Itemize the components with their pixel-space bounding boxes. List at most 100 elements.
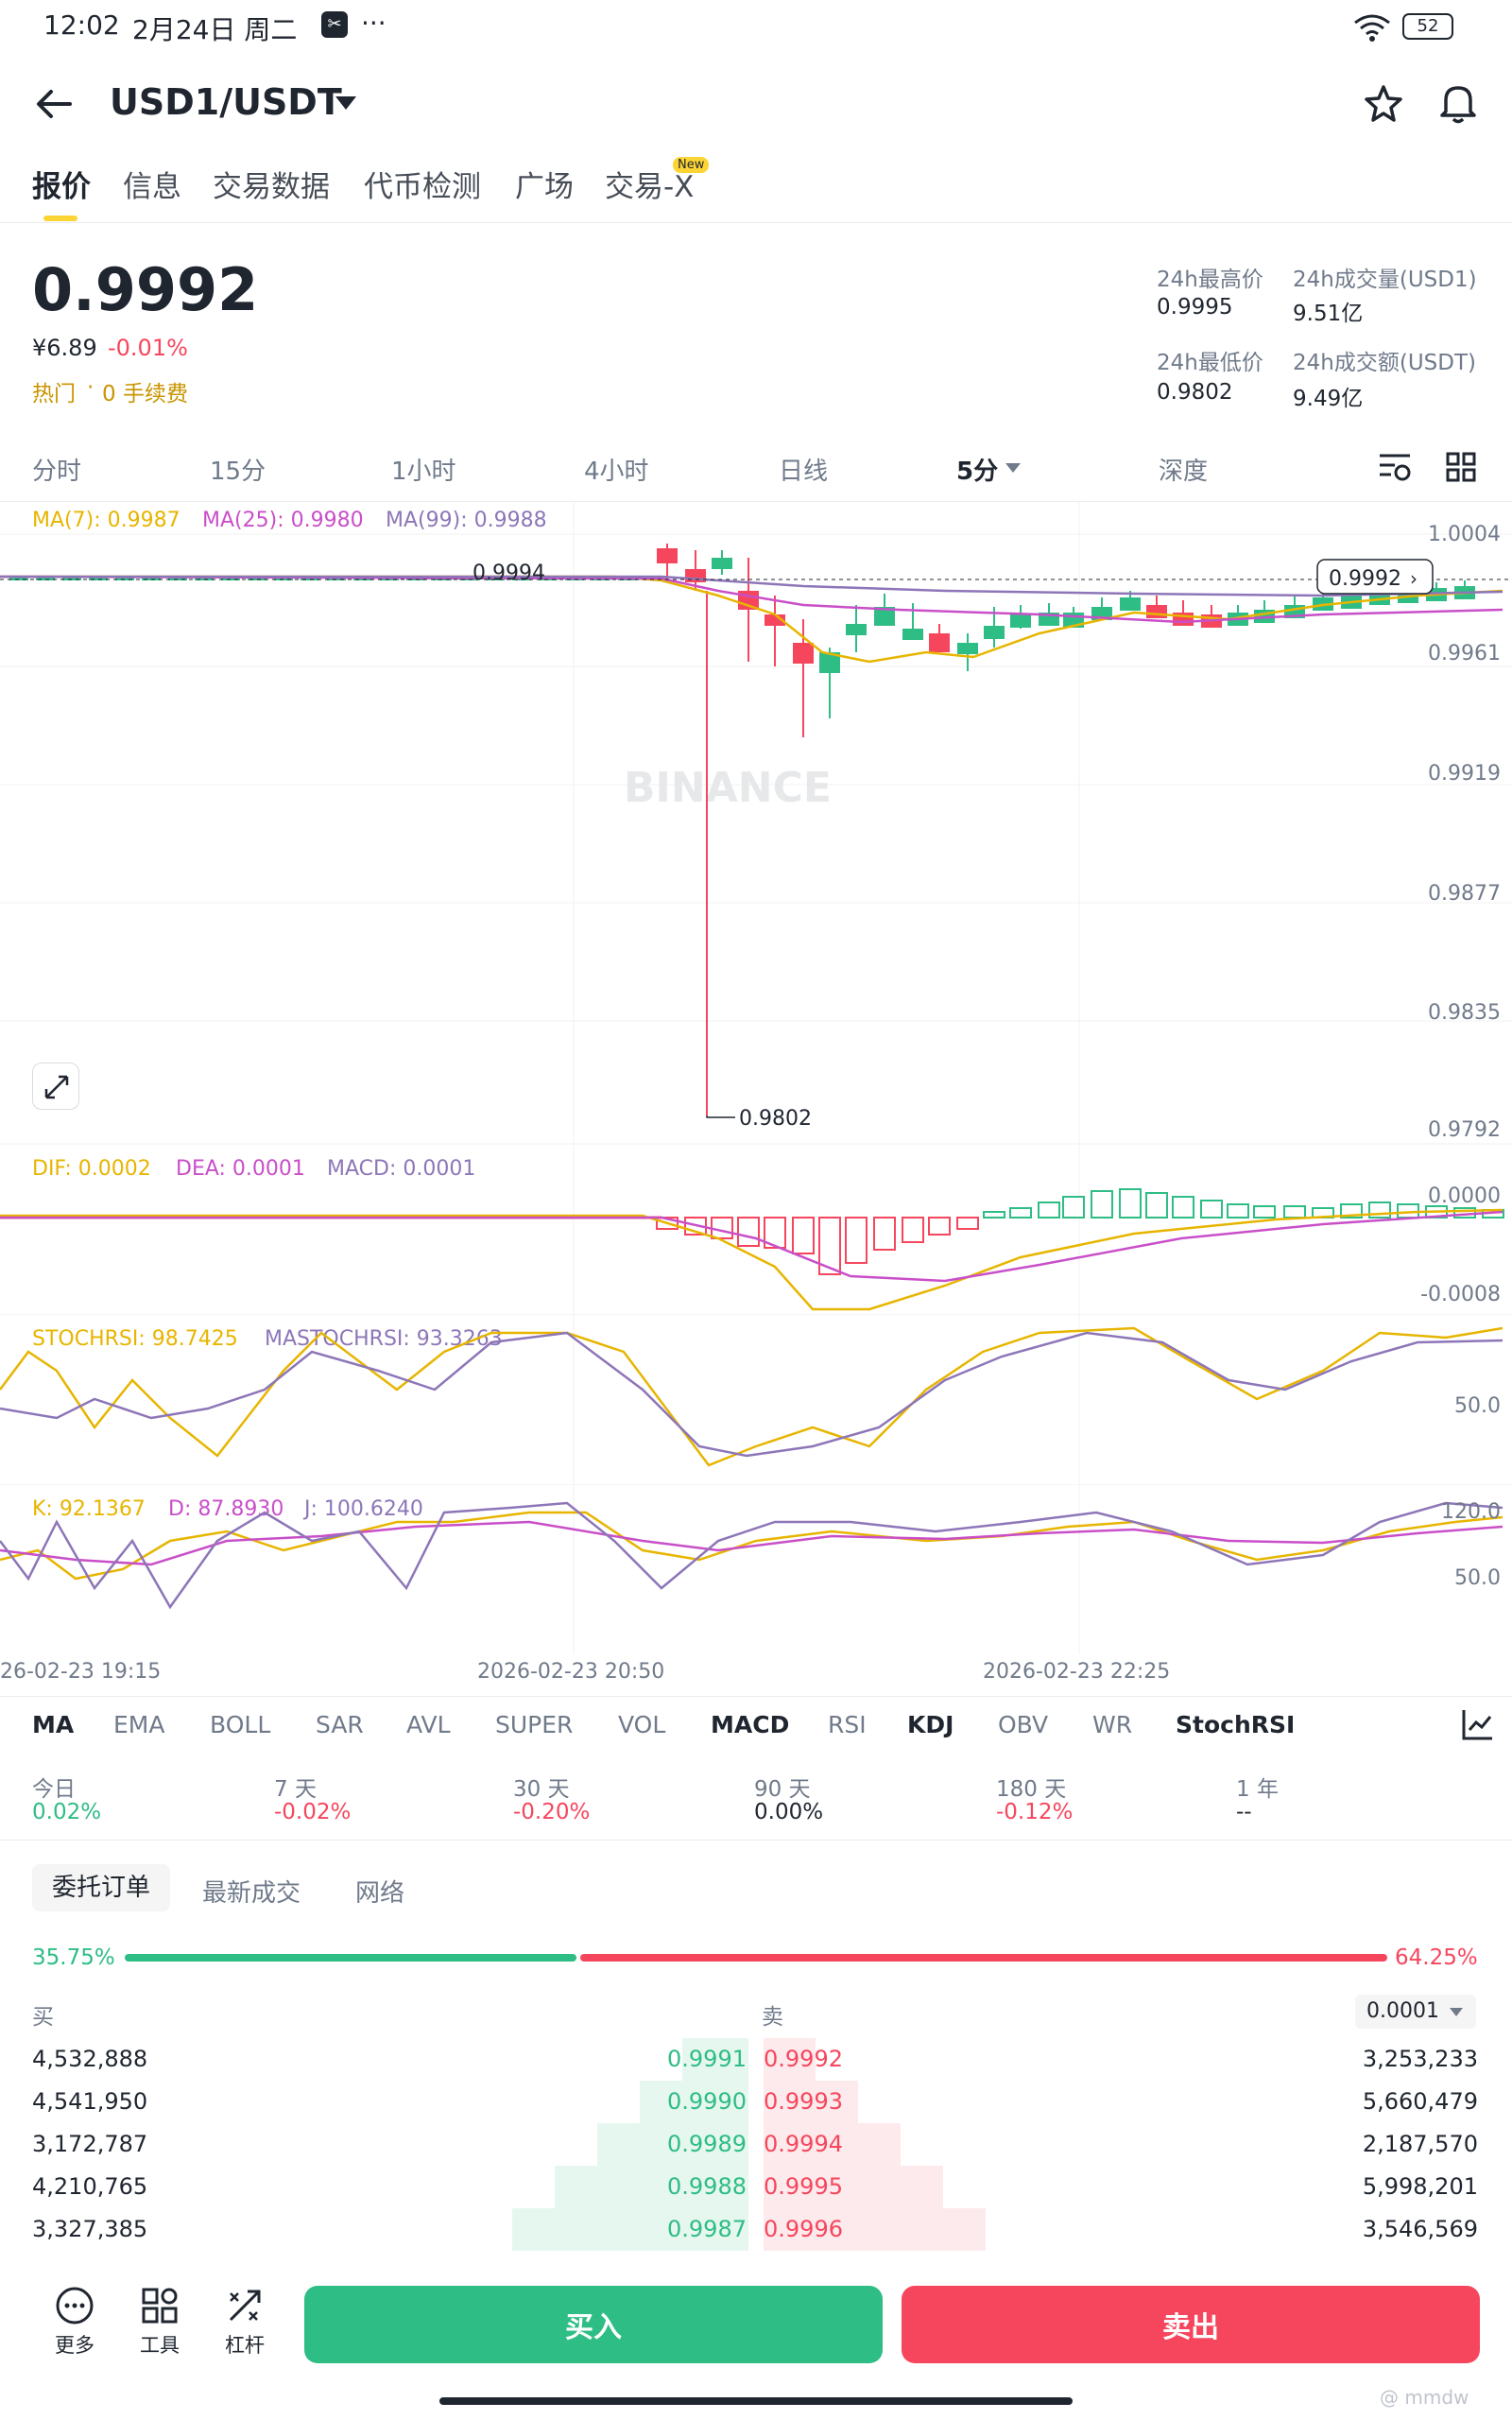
stat-high: 0.9995 <box>1157 295 1233 320</box>
sell-button-label: 卖出 <box>1162 2311 1219 2344</box>
ind-ma[interactable]: MA <box>32 1711 74 1738</box>
back-arrow-icon[interactable] <box>34 87 74 121</box>
macd-bar <box>902 1217 924 1243</box>
order-book-row[interactable]: 3,172,787 0.9989 0.9994 2,187,570 <box>0 2123 1512 2166</box>
leverage-icon <box>229 2290 261 2322</box>
ind-vol[interactable]: VOL <box>618 1711 665 1738</box>
tools-label: 工具 <box>140 2334 180 2357</box>
stat-vol: 9.51亿 <box>1293 302 1364 326</box>
ask-qty: 3,253,233 <box>1362 2046 1478 2072</box>
ind-macd[interactable]: MACD <box>711 1711 789 1738</box>
price-alert-bell-icon[interactable] <box>1438 81 1478 125</box>
fullscreen-button[interactable] <box>32 1063 79 1110</box>
pair-dropdown-icon[interactable] <box>335 96 356 112</box>
ind-sar[interactable]: SAR <box>316 1711 364 1738</box>
perf-label: 今日 <box>32 1777 76 1802</box>
tab-order-book[interactable]: 委托订单 <box>32 1864 170 1911</box>
candle-body <box>712 558 732 569</box>
header: USD1/USDT <box>0 66 1512 142</box>
stat-vol-label: 24h成交量(USD1) <box>1293 268 1477 292</box>
tab-square[interactable]: 广场 <box>515 163 574 205</box>
tf-5m[interactable]: 5分 <box>956 452 998 487</box>
order-book-row[interactable]: 4,532,888 0.9991 0.9992 3,253,233 <box>0 2038 1512 2081</box>
indicator-settings-icon[interactable] <box>1461 1707 1495 1741</box>
more-button[interactable]: 更多 <box>42 2286 108 2359</box>
chart-settings-icon[interactable] <box>1378 452 1412 482</box>
order-book-row[interactable]: 4,541,950 0.9990 0.9993 5,660,479 <box>0 2081 1512 2123</box>
tab-recent-trades[interactable]: 最新成交 <box>202 1874 301 1909</box>
layout-grid-icon[interactable] <box>1446 452 1476 482</box>
macd-bar <box>1145 1192 1168 1219</box>
time-axis-2: 2026-02-23 20:50 <box>477 1660 665 1684</box>
tab-network[interactable]: 网络 <box>355 1874 404 1909</box>
candle-body <box>1120 597 1141 611</box>
tab-info[interactable]: 信息 <box>123 163 181 205</box>
ind-ema[interactable]: EMA <box>113 1711 164 1738</box>
ind-kdj[interactable]: KDJ <box>907 1711 954 1738</box>
tf-line[interactable]: 分时 <box>32 452 81 487</box>
tab-token-check[interactable]: 代币检测 <box>364 163 481 205</box>
macd-bar <box>928 1217 951 1236</box>
precision-value: 0.0001 <box>1366 1999 1439 2023</box>
current-price-chevron-icon: › <box>1410 567 1418 590</box>
ind-boll[interactable]: BOLL <box>210 1711 270 1738</box>
ind-stochrsi[interactable]: StochRSI <box>1176 1711 1295 1738</box>
tab-trading-data[interactable]: 交易数据 <box>213 163 330 205</box>
tf-dropdown-icon[interactable] <box>1005 463 1021 475</box>
bid-price: 0.9990 <box>667 2088 747 2115</box>
precision-selector[interactable]: 0.0001 <box>1355 1995 1476 2029</box>
tag-hot[interactable]: 热门 <box>32 375 76 407</box>
tab-quote[interactable]: 报价 <box>32 163 91 205</box>
home-indicator <box>439 2397 1073 2405</box>
candle-body <box>657 548 678 563</box>
ind-wr[interactable]: WR <box>1092 1711 1132 1738</box>
order-book-row[interactable]: 3,327,385 0.9987 0.9996 3,546,569 <box>0 2208 1512 2251</box>
price-axis-6: 0.9792 <box>1428 1118 1501 1142</box>
tag-zero-fee[interactable]: 0 手续费 <box>102 375 188 407</box>
pair-title[interactable]: USD1/USDT <box>110 81 342 123</box>
ind-rsi[interactable]: RSI <box>828 1711 867 1738</box>
candlestick-chart[interactable]: BINANCE 0.9994 0.9802 1.0004 0.9961 0.99… <box>0 501 1512 1144</box>
perf-label: 30 天 <box>513 1777 570 1802</box>
time-axis-3: 2026-02-23 22:25 <box>983 1660 1171 1684</box>
ask-price: 0.9996 <box>764 2216 843 2242</box>
sell-ratio: 64.25% <box>1395 1945 1478 1970</box>
indicator-divider <box>0 1696 1512 1697</box>
macd-bar <box>1062 1196 1085 1219</box>
ind-avl[interactable]: AVL <box>406 1711 451 1738</box>
tf-1h[interactable]: 1小时 <box>391 452 456 487</box>
bid-qty: 3,327,385 <box>32 2216 148 2242</box>
macd-bar <box>737 1217 760 1247</box>
sell-button[interactable]: 卖出 <box>902 2286 1480 2363</box>
tf-depth[interactable]: 深度 <box>1159 452 1208 487</box>
perf-label: 1 年 <box>1236 1777 1279 1802</box>
ind-super[interactable]: SUPER <box>495 1711 573 1738</box>
stat-amt-label: 24h成交额(USDT) <box>1293 351 1476 375</box>
stat-amt: 9.49亿 <box>1293 387 1364 411</box>
ind-obv[interactable]: OBV <box>998 1711 1048 1738</box>
tf-4h[interactable]: 4小时 <box>584 452 649 487</box>
tf-daily[interactable]: 日线 <box>779 452 828 487</box>
bid-price: 0.9988 <box>667 2173 747 2200</box>
macd-bar <box>1253 1205 1276 1219</box>
buy-button-label: 买入 <box>565 2311 622 2344</box>
favorite-star-icon[interactable] <box>1363 83 1404 125</box>
perf-value: -- <box>1236 1800 1252 1824</box>
user-watermark: @ mmdw <box>1380 2386 1469 2409</box>
perf-label: 7 天 <box>274 1777 317 1802</box>
price-axis-3: 0.9919 <box>1428 762 1501 786</box>
leverage-button[interactable]: 杠杆 <box>212 2286 278 2359</box>
ask-qty: 2,187,570 <box>1362 2131 1478 2157</box>
macd-bar <box>956 1217 979 1230</box>
bid-price: 0.9989 <box>667 2131 747 2157</box>
macd-bar <box>1200 1200 1223 1219</box>
buy-button[interactable]: 买入 <box>304 2286 883 2363</box>
perf-label: 180 天 <box>996 1777 1067 1802</box>
perf-value: -0.20% <box>513 1800 591 1824</box>
order-book-row[interactable]: 4,210,765 0.9988 0.9995 5,998,201 <box>0 2166 1512 2208</box>
tools-button[interactable]: 工具 <box>127 2286 193 2359</box>
tf-15m[interactable]: 15分 <box>210 452 266 487</box>
bid-qty: 4,210,765 <box>32 2173 148 2200</box>
low-marker-leader <box>706 1115 735 1118</box>
candle-body <box>929 633 950 652</box>
